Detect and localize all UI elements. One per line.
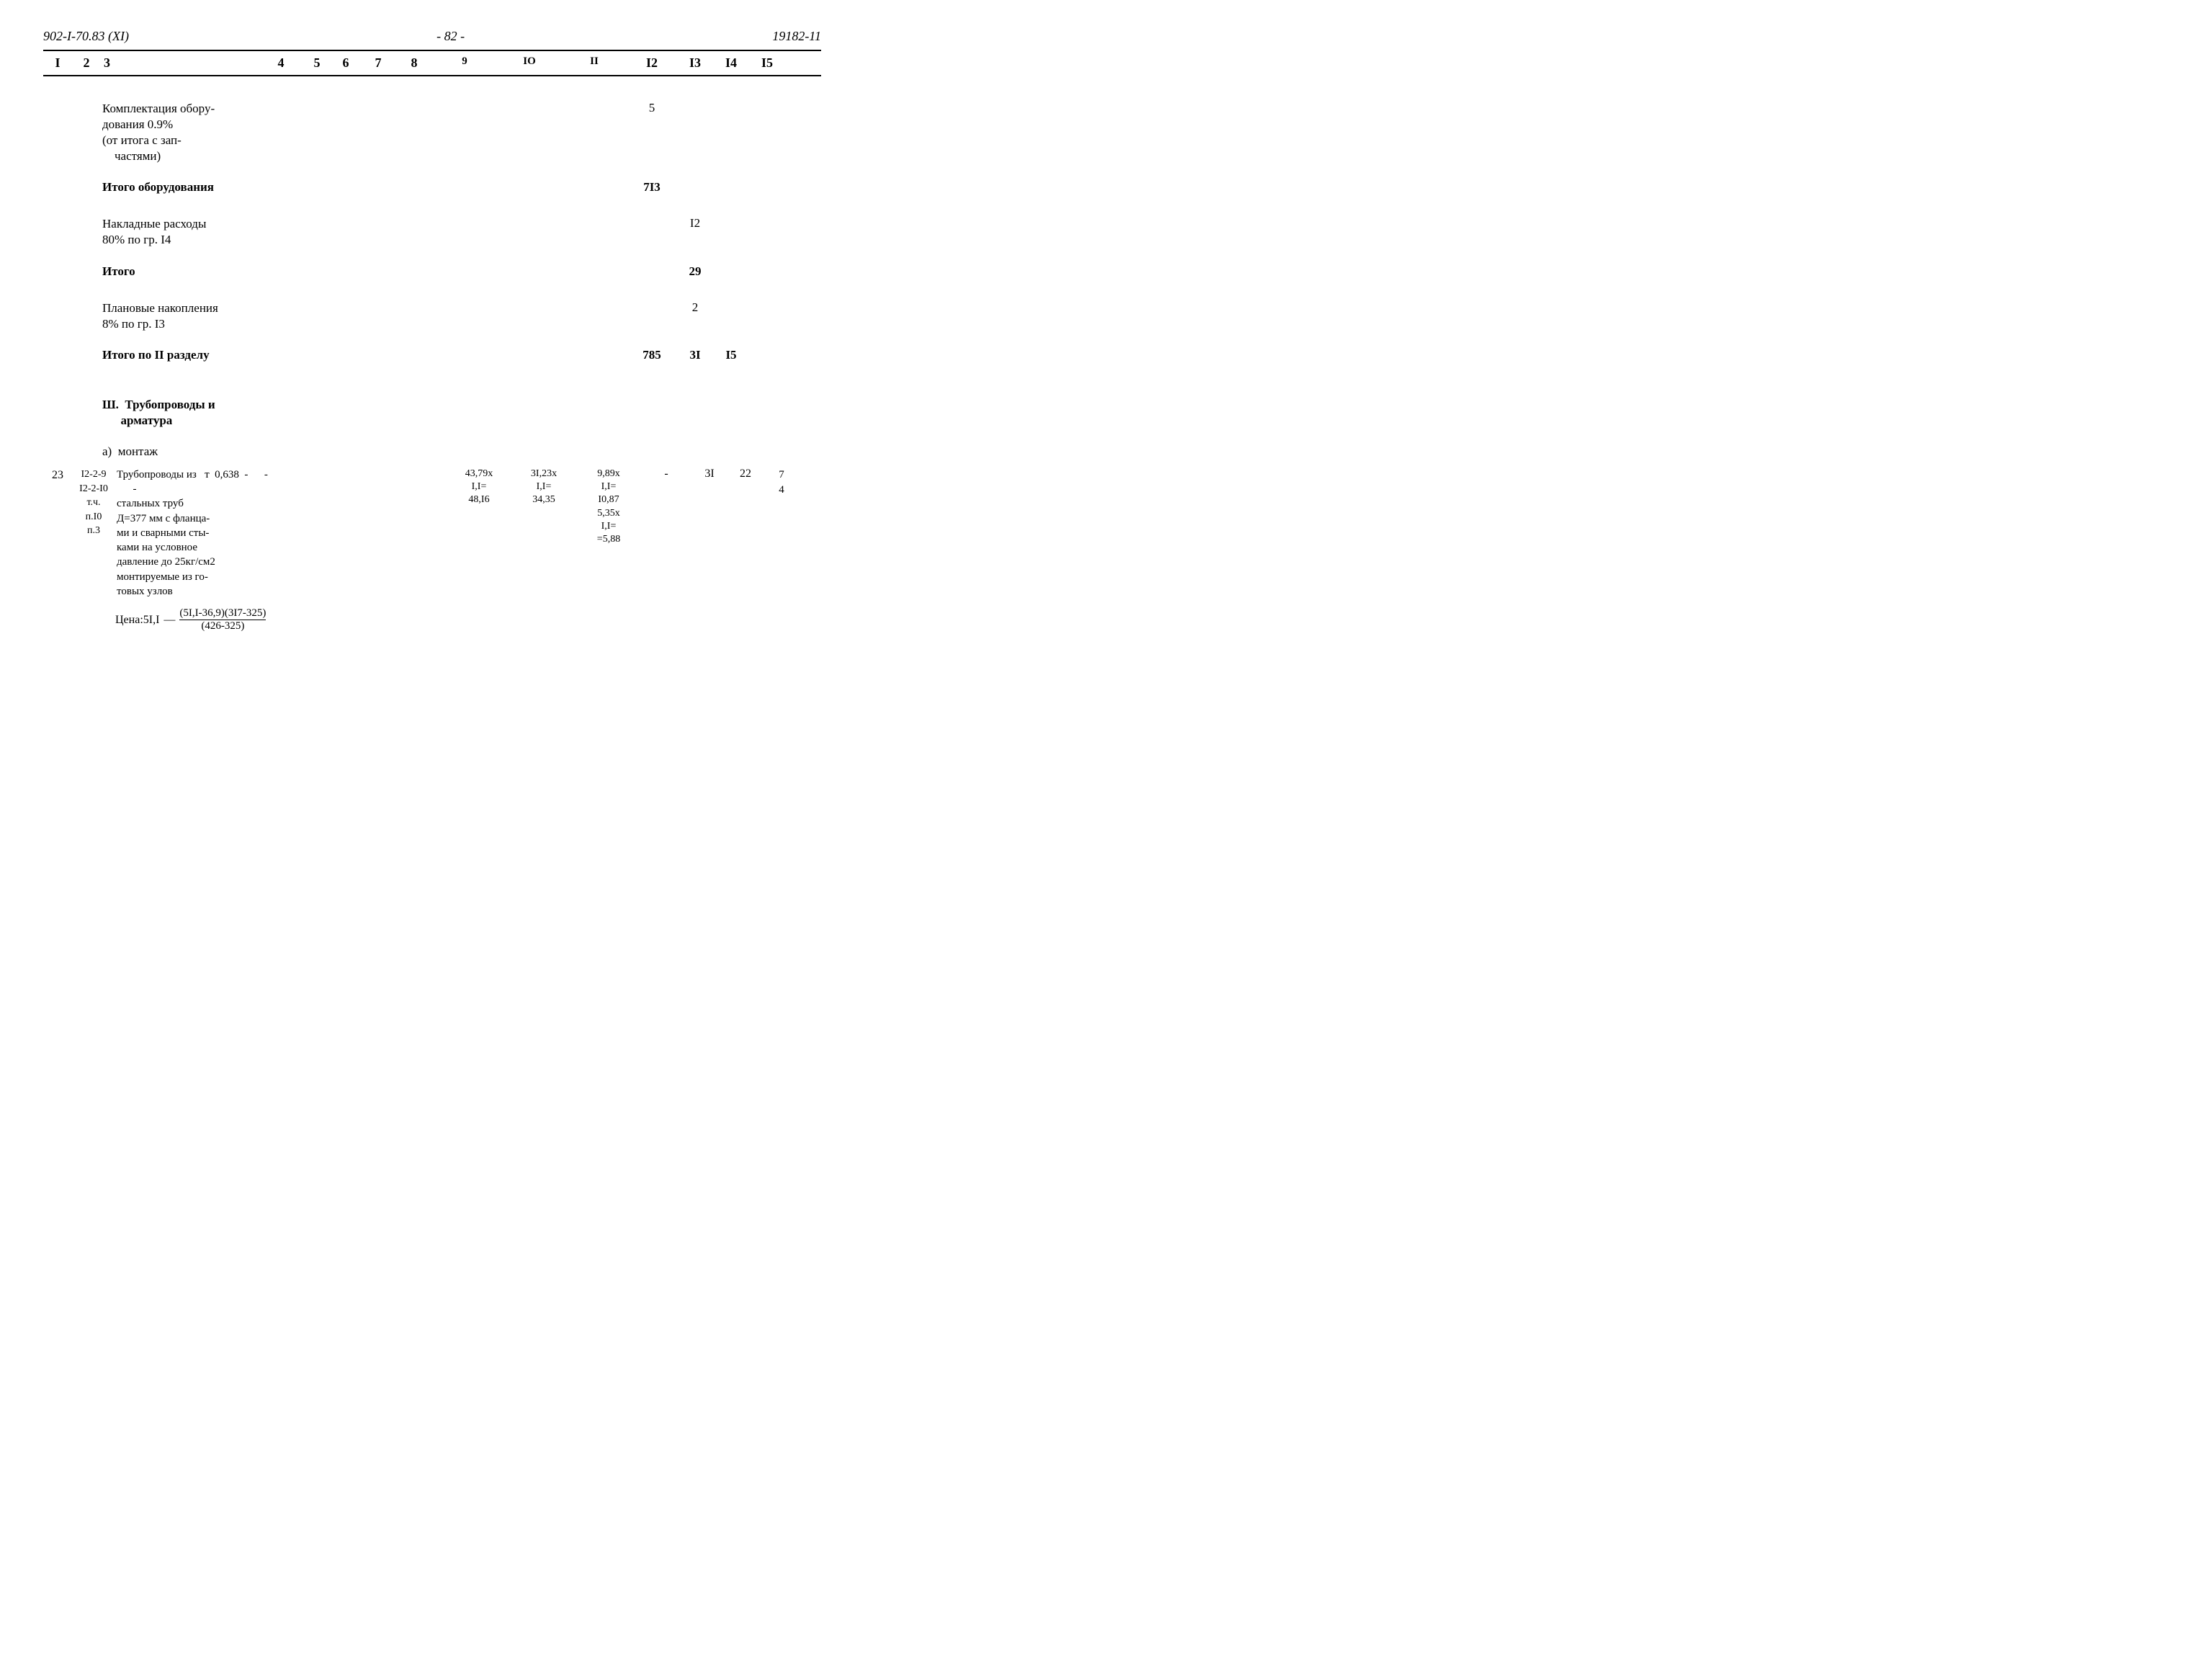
fraction-denominator: (426-325) [179,620,266,632]
doc-code: 19182-11 [772,29,821,44]
cell-col11-val: 9,89хI,I=I0,875,35хI,I==5,88 [576,468,641,546]
cell-truboprovody-section: Ш. Трубопроводы и арматура [101,397,259,429]
col-header-14: I4 [713,55,749,71]
price-label: Цена:5I,I [115,614,159,627]
col-header-12: I2 [627,55,677,71]
cell-col14-val: 22 [727,468,764,480]
cell-nakladnye-text: Накладные расходы80% по гр. I4 [101,216,259,248]
row-itogo-oborudovaniya: Итого оборудования 7I3 [43,180,821,200]
cell-row-ref: I2-2-9I2-2-I0т.ч.п.I0п.3 [72,468,115,538]
cell-itogo-razdel-14: I5 [713,348,749,362]
col-header-2: 2 [72,55,101,71]
row-nakladnye: Накладные расходы80% по гр. I4 I2 [43,216,821,248]
column-headers: I 2 3 4 5 6 7 8 9 IO II I2 I3 I4 I5 [43,50,821,76]
cell-row-desc: Трубопроводы из т 0,638 - - - стальных т… [115,468,274,599]
cell-col15-val: 74 [764,468,800,498]
col-header-11: II [562,55,627,71]
col-header-3: 3 [101,55,259,71]
col-header-13: I3 [677,55,713,71]
col-header-10: IO [497,55,562,71]
cell-itogo-oborud-val: 7I3 [627,180,677,194]
col-header-7: 7 [360,55,396,71]
col-header-9: 9 [432,55,497,71]
cell-itogo-razdel-text: Итого по II разделу [101,348,259,362]
cell-itogo-razdel-13: 3I [677,348,713,362]
minus-sign: — [164,614,175,627]
cell-planovye-text: Плановые накопления8% по гр. I3 [101,300,259,332]
row-23-truboprovody: 23 I2-2-9I2-2-I0т.ч.п.I0п.3 Трубопроводы… [43,468,821,599]
cell-row-num: 23 [43,468,72,482]
col-header-5: 5 [303,55,331,71]
doc-number: 902-I-70.83 (XI) [43,29,129,44]
cell-itogo-val: 29 [677,264,713,279]
cell-komplektatsiya-val: 5 [627,101,677,115]
cell-planovye-val: 2 [677,300,713,315]
cell-col12-val: - [641,468,691,480]
price-formula-row: Цена:5I,I — (5I,I-36,9)(3I7-325) (426-32… [115,607,821,632]
cell-itogo-text: Итого [101,264,259,279]
col-header-6: 6 [331,55,360,71]
price-fraction: (5I,I-36,9)(3I7-325) (426-325) [179,607,266,632]
row-komplektatsiya: Комплектация обору-дования 0.9%(от итога… [43,101,821,164]
table-content: Комплектация обору-дования 0.9%(от итога… [43,76,821,632]
cell-montazh-text: а) монтаж [101,444,259,459]
cell-col10-val: 3I,23хI,I=34,35 [511,468,576,507]
row-itogo: Итого 29 [43,264,821,285]
row-montazh: а) монтаж [43,444,821,465]
cell-col9-val: 43,79хI,I=48,I6 [447,468,511,507]
col-header-8: 8 [396,55,432,71]
page-number: - 82 - [436,29,465,44]
row-truboprovody-header: Ш. Трубопроводы и арматура [43,397,821,429]
cell-col13-val: 3I [691,468,727,480]
col-header-1: I [43,55,72,71]
cell-nakladnye-val: I2 [677,216,713,231]
row-itogo-razdel: Итого по II разделу 785 3I I5 [43,348,821,368]
cell-itogo-oborud-text: Итого оборудования [101,180,259,194]
cell-itogo-razdel-12: 785 [627,348,677,362]
page-header: 902-I-70.83 (XI) - 82 - 19182-11 [43,29,821,44]
row-planovye: Плановые накопления8% по гр. I3 2 [43,300,821,332]
col-header-4: 4 [259,55,303,71]
fraction-numerator: (5I,I-36,9)(3I7-325) [179,607,266,620]
cell-komplektatsiya-text: Комплектация обору-дования 0.9%(от итога… [101,101,259,164]
col-header-15: I5 [749,55,785,71]
